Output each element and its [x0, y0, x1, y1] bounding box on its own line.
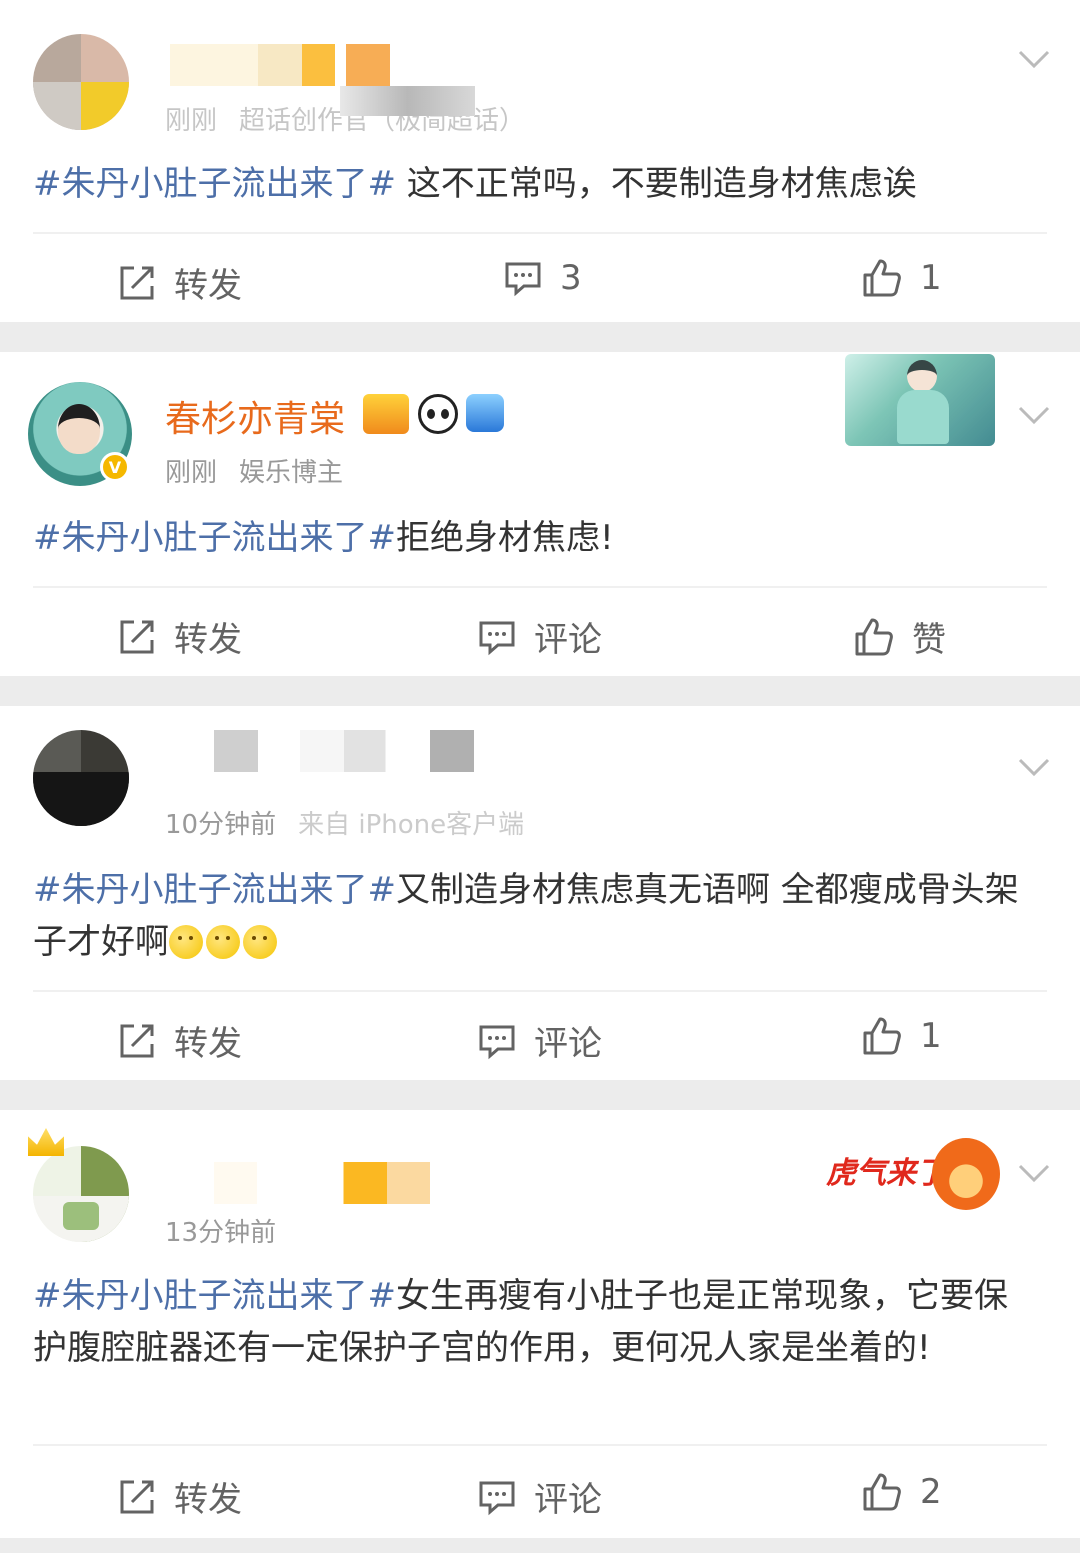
like-button[interactable]: 1 — [862, 1016, 942, 1056]
panda-badge-icon — [418, 394, 458, 434]
crown-icon — [28, 1128, 64, 1156]
like-button[interactable]: 1 — [862, 258, 942, 298]
thinking-emoji-icon — [206, 925, 240, 959]
repost-label: 转发 — [174, 1024, 242, 1064]
post-meta: 10分钟前 来自 iPhone客户端 — [165, 804, 524, 841]
card-decoration — [845, 354, 995, 446]
thumbs-up-icon — [855, 618, 893, 655]
post-time: 刚刚 — [165, 458, 218, 488]
comment-bubble-icon — [479, 1025, 515, 1059]
like-button[interactable]: 2 — [862, 1472, 942, 1512]
avatar[interactable] — [33, 730, 129, 826]
comment-button[interactable]: 3 — [504, 258, 582, 298]
like-label: 赞 — [912, 620, 946, 660]
avatar[interactable] — [33, 34, 129, 130]
repost-button[interactable]: 转发 — [118, 612, 242, 661]
post-content: #朱丹小肚子流出来了#女生再瘦有小肚子也是正常现象，它要保护腹腔脏器还有一定保护… — [33, 1270, 1040, 1374]
paw-icon — [932, 1138, 1000, 1210]
post-content: #朱丹小肚子流出来了#拒绝身材焦虑! — [33, 512, 1040, 564]
repost-label: 转发 — [174, 266, 242, 306]
like-count: 2 — [920, 1472, 942, 1512]
username[interactable]: 春杉亦青棠 — [165, 390, 345, 442]
chevron-down-icon[interactable] — [1016, 1154, 1052, 1190]
comment-button[interactable]: 评论 — [478, 1472, 602, 1521]
comment-label: 评论 — [534, 1024, 602, 1064]
divider — [33, 586, 1047, 588]
post-card: 13分钟前 虎气来了 #朱丹小肚子流出来了#女生再瘦有小肚子也是正常现象，它要保… — [0, 1110, 1080, 1538]
blurred-username[interactable] — [170, 44, 390, 86]
comment-bubble-icon — [479, 621, 515, 655]
share-edit-icon — [120, 1480, 154, 1513]
avatar[interactable] — [33, 1146, 129, 1242]
chevron-down-icon[interactable] — [1016, 40, 1052, 76]
thumbs-up-icon — [863, 1473, 901, 1511]
post-meta: 13分钟前 — [165, 1212, 276, 1249]
verified-badge-icon: V — [100, 452, 130, 482]
post-card: 10分钟前 来自 iPhone客户端 #朱丹小肚子流出来了#又制造身材焦虑真无语啊… — [0, 706, 1080, 1080]
post-time: 10分钟前 — [165, 810, 277, 840]
repost-label: 转发 — [174, 620, 242, 660]
share-edit-icon — [120, 620, 154, 653]
comment-count: 3 — [560, 258, 582, 298]
share-edit-icon — [120, 1024, 154, 1057]
comment-label: 评论 — [534, 620, 602, 660]
repost-label: 转发 — [174, 1480, 242, 1520]
comment-button[interactable]: 评论 — [478, 1016, 602, 1065]
blur-mask — [340, 86, 475, 116]
weibo-feed: 刚刚 超话创作官（极简超话） #朱丹小肚子流出来了# 这不正常吗，不要制造身材焦虑… — [0, 0, 1080, 1553]
thinking-emoji-icon — [243, 925, 277, 959]
divider — [33, 232, 1047, 234]
topic-link[interactable]: #朱丹小肚子流出来了# — [33, 518, 396, 558]
chevron-down-icon[interactable] — [1016, 748, 1052, 784]
topic-link[interactable]: #朱丹小肚子流出来了# — [33, 164, 396, 204]
post-body: 拒绝身材焦虑! — [395, 518, 614, 558]
repost-button[interactable]: 转发 — [118, 1472, 242, 1521]
comment-bubble-icon — [505, 262, 541, 297]
comment-bubble-icon — [479, 1481, 515, 1515]
thumbs-up-icon — [863, 1017, 901, 1055]
comment-button[interactable]: 评论 — [478, 612, 602, 661]
post-body: 这不正常吗，不要制造身材焦虑诶 — [395, 164, 917, 204]
crown-badge-icon — [363, 394, 409, 434]
post-time: 13分钟前 — [165, 1218, 277, 1248]
like-button[interactable]: 赞 — [854, 612, 946, 661]
repost-button[interactable]: 转发 — [118, 258, 242, 307]
post-card: V 春杉亦青棠 刚刚 娱乐博主 #朱丹小肚子流出来了#拒绝身材焦虑! 转发 评论 … — [0, 352, 1080, 676]
tiger-decoration: 虎气来了 — [826, 1134, 1002, 1214]
post-card: 刚刚 超话创作官（极简超话） #朱丹小肚子流出来了# 这不正常吗，不要制造身材焦虑… — [0, 0, 1080, 322]
thumbs-up-icon — [863, 259, 901, 297]
thinking-emoji-icon — [169, 925, 203, 959]
like-count: 1 — [920, 1016, 942, 1056]
comment-label: 评论 — [534, 1480, 602, 1520]
topic-link[interactable]: #朱丹小肚子流出来了# — [33, 1276, 396, 1316]
decoration-text: 虎气来了 — [826, 1156, 946, 1191]
post-meta: 刚刚 娱乐博主 — [165, 452, 343, 489]
blurred-username[interactable] — [214, 730, 474, 772]
post-content: #朱丹小肚子流出来了#又制造身材焦虑真无语啊 全都瘦成骨头架子才好啊 — [33, 864, 1040, 968]
topic-link[interactable]: #朱丹小肚子流出来了# — [33, 870, 396, 910]
post-content: #朱丹小肚子流出来了# 这不正常吗，不要制造身材焦虑诶 — [33, 158, 1040, 210]
like-count: 1 — [920, 258, 942, 298]
shark-badge-icon — [466, 394, 504, 432]
repost-button[interactable]: 转发 — [118, 1016, 242, 1065]
blurred-username[interactable] — [214, 1162, 430, 1204]
divider — [33, 1444, 1047, 1446]
post-source: 娱乐博主 — [239, 458, 344, 488]
post-source: 来自 iPhone客户端 — [298, 810, 525, 840]
divider — [33, 990, 1047, 992]
share-edit-icon — [120, 266, 154, 299]
post-time: 刚刚 — [165, 106, 218, 136]
chevron-down-icon[interactable] — [1016, 396, 1052, 432]
